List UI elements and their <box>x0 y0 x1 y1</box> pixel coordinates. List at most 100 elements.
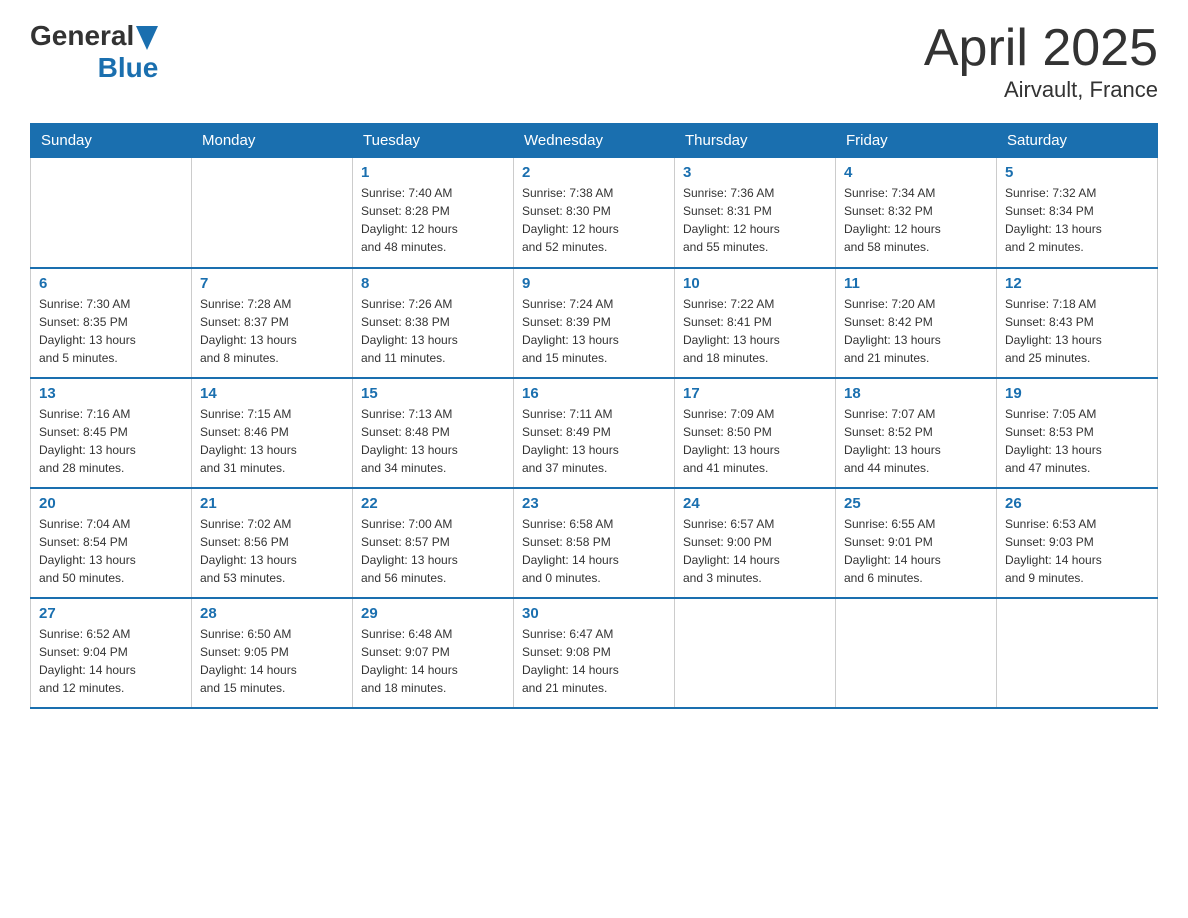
calendar-week-row: 13 Sunrise: 7:16 AM Sunset: 8:45 PM Dayli… <box>31 378 1158 488</box>
day-number: 3 <box>683 164 827 181</box>
calendar-cell: 20Sunrise: 7:04 AM Sunset: 8:54 PM Dayli… <box>31 488 192 598</box>
day-info: Sunrise: 7:20 AM Sunset: 8:42 PM Dayligh… <box>844 295 988 367</box>
calendar-cell: 19Sunrise: 7:05 AM Sunset: 8:53 PM Dayli… <box>997 378 1158 488</box>
day-number: 22 <box>361 495 505 512</box>
day-number: 9 <box>522 275 666 292</box>
day-info: Sunrise: 7:13 AM Sunset: 8:48 PM Dayligh… <box>361 405 505 477</box>
day-info: Sunrise: 7:18 AM Sunset: 8:43 PM Dayligh… <box>1005 295 1149 367</box>
day-info: Sunrise: 7:16 AM Sunset: 8:45 PM Dayligh… <box>39 405 183 477</box>
day-info: Sunrise: 7:36 AM Sunset: 8:31 PM Dayligh… <box>683 184 827 256</box>
calendar-cell: 13 Sunrise: 7:16 AM Sunset: 8:45 PM Dayli… <box>31 378 192 488</box>
calendar-cell: 22 Sunrise: 7:00 AM Sunset: 8:57 PM Dayli… <box>353 488 514 598</box>
day-number: 26 <box>1005 495 1149 512</box>
day-number: 30 <box>522 605 666 622</box>
day-info: Sunrise: 7:34 AM Sunset: 8:32 PM Dayligh… <box>844 184 988 256</box>
calendar-table: SundayMondayTuesdayWednesdayThursdayFrid… <box>30 123 1158 709</box>
calendar-cell <box>192 158 353 268</box>
day-number: 24 <box>683 495 827 512</box>
day-info: Sunrise: 6:50 AM Sunset: 9:05 PM Dayligh… <box>200 625 344 697</box>
day-info: Sunrise: 7:00 AM Sunset: 8:57 PM Dayligh… <box>361 515 505 587</box>
day-number: 20 <box>39 495 183 512</box>
day-number: 7 <box>200 275 344 292</box>
day-info: Sunrise: 6:55 AM Sunset: 9:01 PM Dayligh… <box>844 515 988 587</box>
day-number: 16 <box>522 385 666 402</box>
day-info: Sunrise: 6:58 AM Sunset: 8:58 PM Dayligh… <box>522 515 666 587</box>
calendar-cell: 6 Sunrise: 7:30 AM Sunset: 8:35 PM Daylig… <box>31 268 192 378</box>
day-number: 8 <box>361 275 505 292</box>
calendar-cell <box>675 598 836 708</box>
calendar-cell: 10 Sunrise: 7:22 AM Sunset: 8:41 PM Dayli… <box>675 268 836 378</box>
logo-blue-text: Blue <box>98 52 159 84</box>
calendar-cell <box>31 158 192 268</box>
title-section: April 2025 Airvault, France <box>924 20 1158 103</box>
calendar-cell: 23 Sunrise: 6:58 AM Sunset: 8:58 PM Dayli… <box>514 488 675 598</box>
day-info: Sunrise: 6:53 AM Sunset: 9:03 PM Dayligh… <box>1005 515 1149 587</box>
calendar-cell: 4 Sunrise: 7:34 AM Sunset: 8:32 PM Daylig… <box>836 158 997 268</box>
calendar-subtitle: Airvault, France <box>924 77 1158 103</box>
calendar-cell <box>997 598 1158 708</box>
calendar-header-friday: Friday <box>836 124 997 158</box>
calendar-cell: 1Sunrise: 7:40 AM Sunset: 8:28 PM Daylig… <box>353 158 514 268</box>
calendar-header-thursday: Thursday <box>675 124 836 158</box>
day-info: Sunrise: 7:15 AM Sunset: 8:46 PM Dayligh… <box>200 405 344 477</box>
calendar-cell: 5Sunrise: 7:32 AM Sunset: 8:34 PM Daylig… <box>997 158 1158 268</box>
day-info: Sunrise: 7:02 AM Sunset: 8:56 PM Dayligh… <box>200 515 344 587</box>
calendar-cell: 27 Sunrise: 6:52 AM Sunset: 9:04 PM Dayli… <box>31 598 192 708</box>
day-number: 18 <box>844 385 988 402</box>
day-info: Sunrise: 6:57 AM Sunset: 9:00 PM Dayligh… <box>683 515 827 587</box>
day-info: Sunrise: 7:30 AM Sunset: 8:35 PM Dayligh… <box>39 295 183 367</box>
calendar-cell: 25 Sunrise: 6:55 AM Sunset: 9:01 PM Dayli… <box>836 488 997 598</box>
day-number: 14 <box>200 385 344 402</box>
calendar-cell: 2Sunrise: 7:38 AM Sunset: 8:30 PM Daylig… <box>514 158 675 268</box>
day-info: Sunrise: 6:48 AM Sunset: 9:07 PM Dayligh… <box>361 625 505 697</box>
day-number: 17 <box>683 385 827 402</box>
day-number: 2 <box>522 164 666 181</box>
calendar-week-row: 6 Sunrise: 7:30 AM Sunset: 8:35 PM Daylig… <box>31 268 1158 378</box>
calendar-cell: 3 Sunrise: 7:36 AM Sunset: 8:31 PM Daylig… <box>675 158 836 268</box>
day-info: Sunrise: 7:32 AM Sunset: 8:34 PM Dayligh… <box>1005 184 1149 256</box>
day-number: 4 <box>844 164 988 181</box>
calendar-cell: 18 Sunrise: 7:07 AM Sunset: 8:52 PM Dayli… <box>836 378 997 488</box>
day-number: 23 <box>522 495 666 512</box>
day-number: 15 <box>361 385 505 402</box>
calendar-cell: 11 Sunrise: 7:20 AM Sunset: 8:42 PM Dayli… <box>836 268 997 378</box>
calendar-cell: 8 Sunrise: 7:26 AM Sunset: 8:38 PM Daylig… <box>353 268 514 378</box>
logo-general-text: General <box>30 20 134 52</box>
calendar-cell: 21 Sunrise: 7:02 AM Sunset: 8:56 PM Dayli… <box>192 488 353 598</box>
day-info: Sunrise: 7:09 AM Sunset: 8:50 PM Dayligh… <box>683 405 827 477</box>
calendar-cell: 7Sunrise: 7:28 AM Sunset: 8:37 PM Daylig… <box>192 268 353 378</box>
day-number: 21 <box>200 495 344 512</box>
calendar-cell: 17 Sunrise: 7:09 AM Sunset: 8:50 PM Dayli… <box>675 378 836 488</box>
day-number: 6 <box>39 275 183 292</box>
day-info: Sunrise: 7:07 AM Sunset: 8:52 PM Dayligh… <box>844 405 988 477</box>
calendar-header-saturday: Saturday <box>997 124 1158 158</box>
day-number: 12 <box>1005 275 1149 292</box>
day-number: 10 <box>683 275 827 292</box>
day-info: Sunrise: 7:40 AM Sunset: 8:28 PM Dayligh… <box>361 184 505 256</box>
logo: General Blue <box>30 20 158 84</box>
day-number: 25 <box>844 495 988 512</box>
day-number: 27 <box>39 605 183 622</box>
calendar-header-monday: Monday <box>192 124 353 158</box>
calendar-cell: 29Sunrise: 6:48 AM Sunset: 9:07 PM Dayli… <box>353 598 514 708</box>
calendar-cell: 16 Sunrise: 7:11 AM Sunset: 8:49 PM Dayli… <box>514 378 675 488</box>
day-number: 11 <box>844 275 988 292</box>
day-info: Sunrise: 7:05 AM Sunset: 8:53 PM Dayligh… <box>1005 405 1149 477</box>
calendar-title: April 2025 <box>924 20 1158 77</box>
calendar-cell: 28Sunrise: 6:50 AM Sunset: 9:05 PM Dayli… <box>192 598 353 708</box>
page-header: General Blue April 2025 Airvault, France <box>30 20 1158 103</box>
calendar-cell: 9Sunrise: 7:24 AM Sunset: 8:39 PM Daylig… <box>514 268 675 378</box>
day-info: Sunrise: 7:26 AM Sunset: 8:38 PM Dayligh… <box>361 295 505 367</box>
calendar-week-row: 27 Sunrise: 6:52 AM Sunset: 9:04 PM Dayli… <box>31 598 1158 708</box>
day-info: Sunrise: 6:52 AM Sunset: 9:04 PM Dayligh… <box>39 625 183 697</box>
day-number: 13 <box>39 385 183 402</box>
day-info: Sunrise: 7:11 AM Sunset: 8:49 PM Dayligh… <box>522 405 666 477</box>
calendar-header-tuesday: Tuesday <box>353 124 514 158</box>
calendar-cell <box>836 598 997 708</box>
calendar-cell: 30Sunrise: 6:47 AM Sunset: 9:08 PM Dayli… <box>514 598 675 708</box>
calendar-header-sunday: Sunday <box>31 124 192 158</box>
calendar-cell: 24 Sunrise: 6:57 AM Sunset: 9:00 PM Dayli… <box>675 488 836 598</box>
logo-triangle-icon <box>136 26 158 50</box>
day-info: Sunrise: 7:22 AM Sunset: 8:41 PM Dayligh… <box>683 295 827 367</box>
calendar-cell: 12 Sunrise: 7:18 AM Sunset: 8:43 PM Dayli… <box>997 268 1158 378</box>
